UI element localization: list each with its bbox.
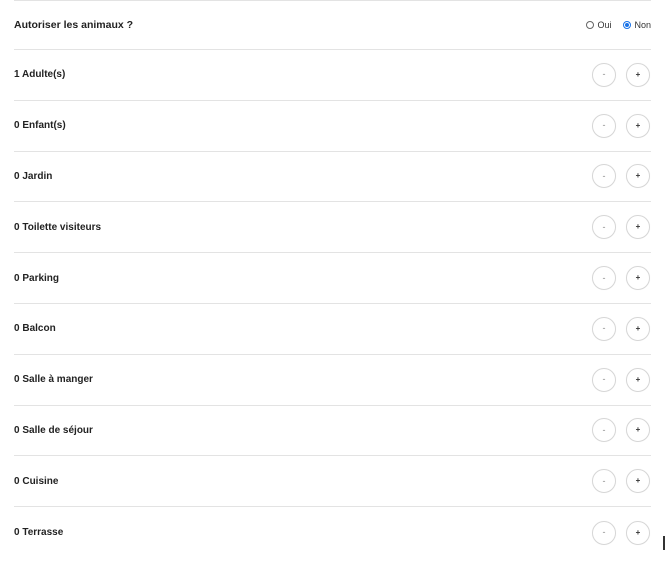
allow-pets-row: Autoriser les animaux ? Oui Non — [14, 1, 651, 50]
counter-row-guest-toilet: 0 Toilette visiteurs - + — [14, 202, 651, 254]
counter-label: 0 Cuisine — [14, 476, 58, 487]
counter-name: Toilette visiteurs — [22, 221, 102, 233]
counter-controls: - + — [592, 367, 650, 392]
counter-label: 0 Salle à manger — [14, 374, 93, 385]
counter-label: 0 Toilette visiteurs — [14, 222, 101, 233]
decrement-button[interactable]: - — [592, 62, 616, 87]
counter-controls: - + — [592, 469, 650, 494]
radio-checked-icon[interactable] — [623, 20, 632, 29]
counter-controls: - + — [592, 418, 650, 443]
counter-row-kitchen: 0 Cuisine - + — [14, 456, 651, 508]
counter-label: 0 Jardin — [14, 171, 52, 182]
counter-name: Balcon — [22, 323, 56, 335]
counter-name: Jardin — [22, 170, 53, 182]
pets-option-no-label: Non — [634, 19, 651, 30]
counter-label: 0 Enfant(s) — [14, 120, 66, 131]
decrement-button[interactable]: - — [592, 164, 616, 189]
decrement-button[interactable]: - — [592, 113, 616, 138]
allow-pets-radio-group: Oui Non — [586, 20, 651, 30]
counter-controls: - + — [592, 164, 650, 189]
counter-name: Salle de séjour — [22, 424, 93, 436]
increment-button[interactable]: + — [626, 469, 650, 494]
increment-button[interactable]: + — [626, 113, 650, 138]
decrement-button[interactable]: - — [592, 469, 616, 494]
counter-controls: - + — [592, 62, 650, 87]
decrement-button[interactable]: - — [592, 215, 616, 240]
counter-label: 0 Terrasse — [14, 527, 63, 538]
counter-name: Cuisine — [22, 475, 59, 487]
counter-label: 0 Salle de séjour — [14, 425, 93, 436]
increment-button[interactable]: + — [626, 316, 650, 341]
counter-controls: - + — [592, 520, 650, 545]
counter-row-balcony: 0 Balcon - + — [14, 304, 651, 355]
radio-unchecked-icon[interactable] — [586, 20, 595, 29]
increment-button[interactable]: + — [626, 520, 650, 545]
counter-row-terrace: 0 Terrasse - + — [14, 507, 651, 558]
text-cursor — [663, 536, 665, 550]
counter-name: Terrasse — [22, 527, 64, 539]
counter-name: Salle à manger — [22, 374, 93, 386]
decrement-button[interactable]: - — [592, 418, 616, 443]
counter-label: 1 Adulte(s) — [14, 69, 65, 80]
counter-row-parking: 0 Parking - + — [14, 253, 651, 304]
allow-pets-label: Autoriser les animaux ? — [14, 18, 134, 31]
counter-name: Adulte(s) — [21, 69, 66, 81]
increment-button[interactable]: + — [626, 367, 650, 392]
counter-label: 0 Balcon — [14, 323, 56, 334]
counter-controls: - + — [592, 266, 650, 291]
counter-row-living-room: 0 Salle de séjour - + — [14, 406, 651, 457]
pets-option-yes[interactable]: Oui — [586, 20, 611, 30]
counter-row-garden: 0 Jardin - + — [14, 152, 651, 203]
counter-controls: - + — [592, 316, 650, 341]
counter-row-dining-room: 0 Salle à manger - + — [14, 355, 651, 406]
increment-button[interactable]: + — [626, 164, 650, 189]
increment-button[interactable]: + — [626, 266, 650, 291]
counter-row-adults: 1 Adulte(s) - + — [14, 50, 651, 101]
counter-row-children: 0 Enfant(s) - + — [14, 101, 651, 152]
increment-button[interactable]: + — [626, 418, 650, 443]
pets-option-yes-label: Oui — [597, 19, 612, 30]
decrement-button[interactable]: - — [592, 266, 616, 291]
counter-controls: - + — [592, 215, 650, 240]
pets-option-no[interactable]: Non — [623, 20, 651, 30]
counter-label: 0 Parking — [14, 273, 59, 284]
decrement-button[interactable]: - — [592, 520, 616, 545]
decrement-button[interactable]: - — [592, 367, 616, 392]
counter-name: Parking — [22, 272, 60, 284]
counter-controls: - + — [592, 113, 650, 138]
counter-list: 1 Adulte(s) - + 0 Enfant(s) - + 0 Jardin… — [14, 50, 651, 558]
increment-button[interactable]: + — [626, 215, 650, 240]
counter-name: Enfant(s) — [22, 120, 66, 132]
decrement-button[interactable]: - — [592, 316, 616, 341]
increment-button[interactable]: + — [626, 62, 650, 87]
